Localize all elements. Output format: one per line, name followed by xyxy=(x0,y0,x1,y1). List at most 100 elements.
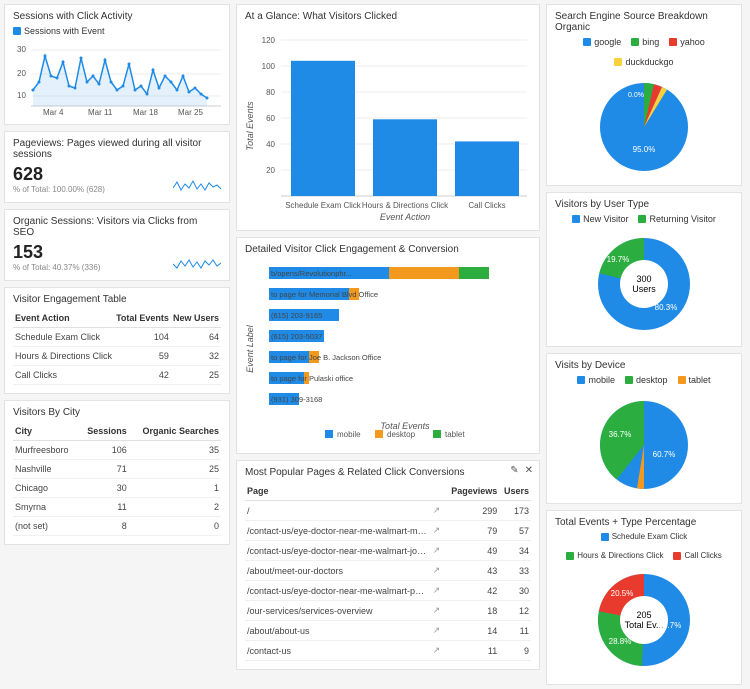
sessions-line-chart: 30 20 10 Mar 4 Mar 11 Mar 18 Mar 25 xyxy=(13,40,221,116)
table-row[interactable]: (not set)80 xyxy=(13,517,221,536)
svg-text:(931) 309-3168: (931) 309-3168 xyxy=(271,395,322,404)
metric-sub: % of Total: 100.00% (628) xyxy=(13,185,105,194)
svg-text:b/opens/Revolutionphr...: b/opens/Revolutionphr... xyxy=(271,269,352,278)
card-title: Detailed Visitor Click Engagement & Conv… xyxy=(245,244,531,255)
table-row[interactable]: /our-services/services-overview↗1812 xyxy=(245,601,531,621)
card-title: Visitors by User Type xyxy=(555,199,733,210)
svg-text:Call Clicks: Call Clicks xyxy=(468,201,505,210)
table-row[interactable]: Chicago301 xyxy=(13,479,221,498)
at-glance-bar-chart: Total Events 120 100 80 60 40 20 Schedul… xyxy=(245,26,531,222)
device-card: Visits by Device mobile desktop tablet 6… xyxy=(546,353,742,504)
close-icon[interactable]: ✕ xyxy=(525,465,533,476)
svg-text:205: 205 xyxy=(636,610,651,620)
events-type-donut: 205 Total Ev... 50.7% 28.8% 20.5% xyxy=(555,564,733,676)
user-type-donut: 300 Users 80.3% 19.7% xyxy=(555,228,733,338)
svg-text:0.0%: 0.0% xyxy=(628,92,644,99)
external-link-icon[interactable]: ↗ xyxy=(431,601,445,621)
card-title: At a Glance: What Visitors Clicked xyxy=(245,11,531,22)
engagement-table-card: Visitor Engagement Table Event Action To… xyxy=(4,287,230,394)
svg-text:to page for Memorial Blvd Offi: to page for Memorial Blvd Office xyxy=(271,290,378,299)
svg-text:desktop: desktop xyxy=(387,430,416,439)
svg-text:60.7%: 60.7% xyxy=(653,450,676,459)
svg-text:Event Action: Event Action xyxy=(380,212,430,222)
svg-text:Mar 11: Mar 11 xyxy=(88,108,113,116)
svg-text:Users: Users xyxy=(632,284,656,294)
svg-text:Event Label: Event Label xyxy=(245,324,255,373)
card-title: Visits by Device xyxy=(555,360,733,371)
engagement-table: Event Action Total Events New Users Sche… xyxy=(13,309,221,385)
table-row[interactable]: /about/meet-our-doctors↗4333 xyxy=(245,561,531,581)
table-row[interactable]: /contact-us/eye-doctor-near-me-walmart-m… xyxy=(245,521,531,541)
card-title: Pageviews: Pages viewed during all visit… xyxy=(13,138,221,160)
svg-text:40: 40 xyxy=(266,140,275,149)
svg-text:80: 80 xyxy=(266,88,275,97)
svg-text:to page for Pulaski office: to page for Pulaski office xyxy=(271,374,353,383)
sessions-chart-card: Sessions with Click Activity Sessions wi… xyxy=(4,4,230,125)
table-row[interactable]: Smyrna112 xyxy=(13,498,221,517)
pages-table: Page Pageviews Users /↗299173/contact-us… xyxy=(245,482,531,661)
svg-text:to page for Joe B. Jackson Off: to page for Joe B. Jackson Office xyxy=(271,353,381,362)
svg-text:20: 20 xyxy=(17,69,26,78)
external-link-icon[interactable]: ↗ xyxy=(431,581,445,601)
external-link-icon[interactable]: ↗ xyxy=(431,521,445,541)
svg-text:36.7%: 36.7% xyxy=(609,430,632,439)
city-table-card: Visitors By City City Sessions Organic S… xyxy=(4,400,230,545)
external-link-icon[interactable]: ↗ xyxy=(431,501,445,521)
table-row[interactable]: Nashville7125 xyxy=(13,460,221,479)
organic-metric-card: Organic Sessions: Visitors via Clicks fr… xyxy=(4,209,230,281)
table-row[interactable]: /contact-us/eye-doctor-near-me-walmart-j… xyxy=(245,541,531,561)
svg-text:(615) 203-5037: (615) 203-5037 xyxy=(271,332,322,341)
sparkline xyxy=(173,178,221,194)
svg-text:28.8%: 28.8% xyxy=(609,637,632,646)
edit-icon[interactable]: ✎ xyxy=(510,465,518,476)
svg-text:Mar 4: Mar 4 xyxy=(43,108,64,116)
table-row[interactable]: /contact-us↗119 xyxy=(245,641,531,661)
card-title: Most Popular Pages & Related Click Conve… xyxy=(245,467,531,478)
metric-value: 628 xyxy=(13,164,105,185)
svg-text:10: 10 xyxy=(17,91,26,100)
svg-text:20: 20 xyxy=(266,166,275,175)
sparkline xyxy=(173,256,221,272)
svg-text:tablet: tablet xyxy=(445,430,465,439)
metric-value: 153 xyxy=(13,242,100,263)
events-type-card: Total Events + Type Percentage Schedule … xyxy=(546,510,742,685)
svg-text:300: 300 xyxy=(636,274,651,284)
svg-text:Mar 18: Mar 18 xyxy=(133,108,158,116)
search-engine-pie: 95.0% 0.0% xyxy=(555,71,733,177)
svg-text:Mar 25: Mar 25 xyxy=(178,108,203,116)
svg-text:Total Ev...: Total Ev... xyxy=(625,620,664,630)
table-row[interactable]: /↗299173 xyxy=(245,501,531,521)
svg-text:120: 120 xyxy=(262,36,276,45)
external-link-icon[interactable]: ↗ xyxy=(431,541,445,561)
svg-text:50.7%: 50.7% xyxy=(659,621,682,630)
detailed-bar-chart: Event Label b/opens/Revolutionphr... to p… xyxy=(245,259,531,445)
svg-text:60: 60 xyxy=(266,114,275,123)
pages-table-card: ✎ ✕ Most Popular Pages & Related Click C… xyxy=(236,460,540,670)
user-type-card: Visitors by User Type New Visitor Return… xyxy=(546,192,742,347)
table-row[interactable]: Call Clicks4225 xyxy=(13,366,221,385)
svg-text:Total Events: Total Events xyxy=(245,101,255,151)
card-title: Search Engine Source Breakdown Organic xyxy=(555,11,733,33)
search-engine-card: Search Engine Source Breakdown Organic g… xyxy=(546,4,742,186)
svg-text:Hours & Directions Click: Hours & Directions Click xyxy=(362,201,449,210)
table-row[interactable]: Schedule Exam Click10464 xyxy=(13,328,221,347)
card-title: Organic Sessions: Visitors via Clicks fr… xyxy=(13,216,221,238)
svg-text:100: 100 xyxy=(262,62,276,71)
card-title: Sessions with Click Activity xyxy=(13,11,221,22)
metric-sub: % of Total: 40.37% (336) xyxy=(13,263,100,272)
table-row[interactable]: Hours & Directions Click5932 xyxy=(13,347,221,366)
card-title: Visitors By City xyxy=(13,407,221,418)
svg-text:19.7%: 19.7% xyxy=(607,255,630,264)
at-glance-card: At a Glance: What Visitors Clicked Total… xyxy=(236,4,540,231)
svg-text:mobile: mobile xyxy=(337,430,361,439)
table-row[interactable]: Murfreesboro10635 xyxy=(13,441,221,460)
svg-text:(615) 203-9165: (615) 203-9165 xyxy=(271,311,322,320)
svg-text:30: 30 xyxy=(17,45,26,54)
external-link-icon[interactable]: ↗ xyxy=(431,641,445,661)
svg-text:20.5%: 20.5% xyxy=(611,589,634,598)
table-row[interactable]: /contact-us/eye-doctor-near-me-walmart-p… xyxy=(245,581,531,601)
external-link-icon[interactable]: ↗ xyxy=(431,561,445,581)
card-title: Visitor Engagement Table xyxy=(13,294,221,305)
pageviews-metric-card: Pageviews: Pages viewed during all visit… xyxy=(4,131,230,203)
device-pie: 60.7% 36.7% xyxy=(555,389,733,495)
